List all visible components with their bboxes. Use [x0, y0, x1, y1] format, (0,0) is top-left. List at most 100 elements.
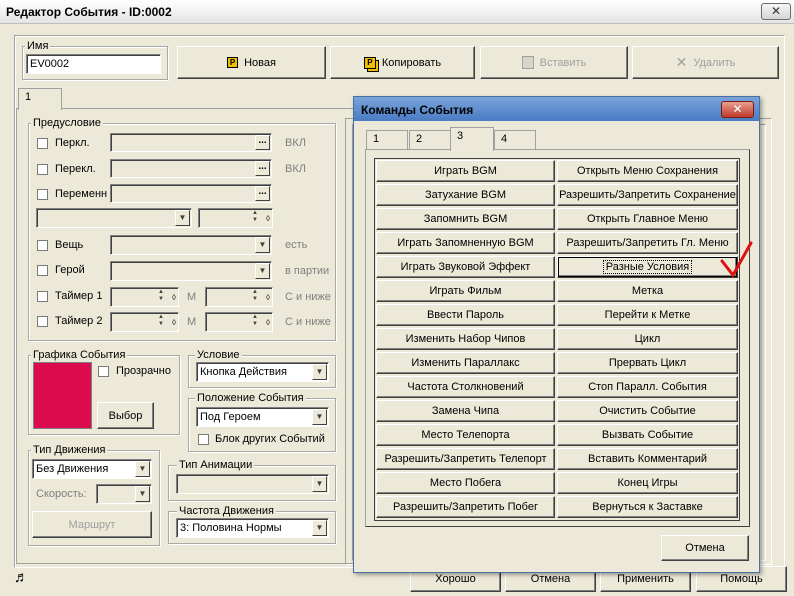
timer1-minutes-spinner[interactable]: ▲ ▼ ◊	[110, 287, 179, 307]
commands-cancel-button[interactable]: Отмена	[661, 535, 749, 561]
command-left-4-button[interactable]: Играть Звуковой Эффект	[376, 256, 555, 278]
diamond-icon: ◊	[266, 293, 270, 302]
window-close-button[interactable]: ✕	[761, 3, 791, 20]
command-left-14-button[interactable]: Разрешить/Запретить Побег	[376, 496, 555, 518]
command-left-10-button[interactable]: Замена Чипа	[376, 400, 555, 422]
frequency-dropdown[interactable]: 3: Половина Нормы ▼	[176, 518, 329, 538]
spin-arrows-icon[interactable]: ▲ ▼	[250, 314, 260, 330]
condition-dropdown[interactable]: Кнопка Действия ▼	[196, 362, 329, 382]
copy-button[interactable]: P Копировать	[330, 46, 475, 79]
command-right-9-button[interactable]: Стоп Паралл. События	[557, 376, 738, 398]
command-right-6-button[interactable]: Перейти к Метке	[557, 304, 738, 326]
hero-dropdown[interactable]: ▼	[110, 261, 272, 281]
tab-page-1[interactable]: 1	[18, 88, 62, 110]
chevron-down-icon: ▼	[255, 263, 270, 279]
command-right-11-button[interactable]: Вызвать Событие	[557, 424, 738, 446]
event-name-input[interactable]	[26, 54, 161, 74]
music-note-icon[interactable]: ♬	[14, 569, 29, 586]
switch1-field[interactable]: ...	[110, 133, 272, 152]
command-right-10-button[interactable]: Очистить Событие	[557, 400, 738, 422]
command-right-7-button[interactable]: Цикл	[557, 328, 738, 350]
switch2-browse-button[interactable]: ...	[255, 161, 270, 176]
route-button[interactable]: Маршрут	[32, 511, 152, 538]
command-right-14-button[interactable]: Вернуться к Заставке	[557, 496, 738, 518]
command-left-1-button[interactable]: Затухание BGM	[376, 184, 555, 206]
copy-page-icon: P	[363, 56, 376, 69]
timer2-unit: М	[187, 316, 197, 328]
commands-title: Команды События	[361, 103, 474, 117]
command-right-3-button[interactable]: Разрешить/Запретить Гл. Меню	[557, 232, 738, 254]
command-left-0-button[interactable]: Играть BGM	[376, 160, 555, 182]
tab-commands-4[interactable]: 4	[494, 130, 536, 150]
diamond-icon: ◊	[266, 318, 270, 327]
timer2-minutes-spinner[interactable]: ▲ ▼ ◊	[110, 312, 179, 332]
variable-browse-button[interactable]: ...	[255, 186, 270, 201]
timer1-seconds-spinner[interactable]: ▲ ▼ ◊	[205, 287, 273, 307]
diamond-icon: ◊	[172, 293, 176, 302]
block-events-checkbox[interactable]	[198, 434, 209, 445]
variable-field[interactable]: ...	[110, 184, 272, 203]
new-button[interactable]: P Новая	[177, 46, 326, 79]
spin-arrows-icon[interactable]: ▲ ▼	[250, 289, 260, 305]
switch2-checkbox[interactable]	[37, 164, 48, 175]
transparent-checkbox[interactable]	[98, 366, 109, 377]
switch2-field[interactable]: ...	[110, 159, 272, 178]
frequency-label: Частота Движения	[177, 505, 276, 517]
hero-checkbox[interactable]	[37, 265, 48, 276]
item-checkbox[interactable]	[37, 240, 48, 251]
select-graphic-button[interactable]: Выбор	[97, 402, 154, 429]
command-left-9-button[interactable]: Частота Столкновений	[376, 376, 555, 398]
command-left-5-button[interactable]: Играть Фильм	[376, 280, 555, 302]
command-left-12-button[interactable]: Разрешить/Запретить Телепорт	[376, 448, 555, 470]
switch2-label: Перекл.	[55, 163, 96, 175]
position-label: Положение События	[195, 392, 306, 404]
chevron-down-icon: ▼	[312, 476, 327, 492]
tab-commands-1[interactable]: 1	[366, 130, 408, 150]
item-dropdown[interactable]: ▼	[110, 235, 272, 255]
paste-button[interactable]: Вставить	[480, 46, 628, 79]
command-right-4-button[interactable]: Разные Условия	[557, 256, 738, 278]
precondition-label: Предусловие	[31, 117, 103, 129]
timer1-checkbox[interactable]	[37, 291, 48, 302]
animation-dropdown[interactable]: ▼	[176, 474, 329, 494]
chevron-down-icon: ▼	[312, 409, 327, 425]
command-left-7-button[interactable]: Изменить Набор Чипов	[376, 328, 555, 350]
speed-dropdown[interactable]: ▼	[96, 484, 152, 504]
commands-close-button[interactable]: ✕	[721, 101, 754, 118]
command-left-8-button[interactable]: Изменить Параллакс	[376, 352, 555, 374]
command-left-6-button[interactable]: Ввести Пароль	[376, 304, 555, 326]
command-right-13-button[interactable]: Конец Игры	[557, 472, 738, 494]
spin-arrows-icon[interactable]: ▲ ▼	[156, 314, 166, 330]
variable-label: Переменн	[55, 188, 108, 200]
command-left-11-button[interactable]: Место Телепорта	[376, 424, 555, 446]
spin-arrows-icon[interactable]: ▲ ▼	[250, 210, 260, 226]
switch1-browse-button[interactable]: ...	[255, 135, 270, 150]
command-right-1-button[interactable]: Разрешить/Запретить Сохранение	[557, 184, 738, 206]
command-right-0-button[interactable]: Открыть Меню Сохранения	[557, 160, 738, 182]
timer2-checkbox[interactable]	[37, 316, 48, 327]
command-right-12-button[interactable]: Вставить Комментарий	[557, 448, 738, 470]
command-left-2-button[interactable]: Запомнить BGM	[376, 208, 555, 230]
timer2-seconds-spinner[interactable]: ▲ ▼ ◊	[205, 312, 273, 332]
command-right-2-button[interactable]: Открыть Главное Меню	[557, 208, 738, 230]
delete-button[interactable]: ✕ Удалить	[632, 46, 779, 79]
tab-commands-2[interactable]: 2	[409, 130, 451, 150]
new-page-icon: P	[227, 57, 239, 68]
variable-value-spinner[interactable]: ▲ ▼ ◊	[198, 208, 273, 228]
paste-icon	[521, 56, 534, 69]
tab-commands-3[interactable]: 3	[450, 127, 494, 151]
command-left-3-button[interactable]: Играть Запомненную BGM	[376, 232, 555, 254]
spin-arrows-icon[interactable]: ▲ ▼	[156, 289, 166, 305]
red-checkmark-icon	[720, 241, 753, 278]
command-right-5-button[interactable]: Метка	[557, 280, 738, 302]
name-group-label: Имя	[25, 40, 51, 52]
animation-label: Тип Анимации	[177, 459, 255, 471]
switch1-checkbox[interactable]	[37, 138, 48, 149]
position-dropdown[interactable]: Под Героем ▼	[196, 407, 329, 427]
command-left-13-button[interactable]: Место Побега	[376, 472, 555, 494]
movement-dropdown[interactable]: Без Движения ▼	[32, 459, 152, 479]
variable-compare-dropdown[interactable]: ▼	[36, 208, 192, 228]
variable-checkbox[interactable]	[37, 189, 48, 200]
event-graphic-preview[interactable]	[33, 362, 92, 429]
command-right-8-button[interactable]: Прервать Цикл	[557, 352, 738, 374]
